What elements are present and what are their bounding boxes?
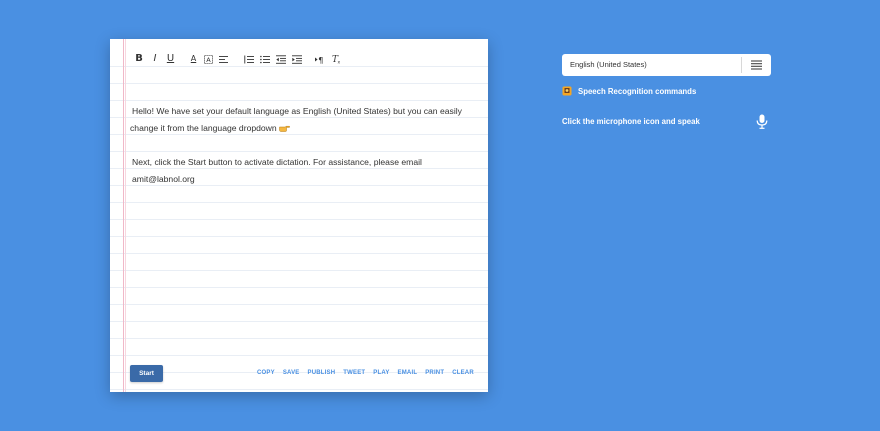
font-color-button[interactable]: A — [189, 53, 198, 65]
commands-emoji-icon — [562, 86, 572, 96]
svg-text:x: x — [338, 61, 341, 64]
paragraph-direction-icon: ¶ — [315, 56, 323, 64]
action-links: COPY SAVE PUBLISH TWEET PLAY EMAIL PRINT… — [257, 370, 482, 376]
publish-link[interactable]: PUBLISH — [308, 370, 336, 376]
microphone-hint: Click the microphone icon and speak — [562, 117, 700, 126]
italic-button[interactable]: I — [151, 53, 159, 65]
margin-line-secondary — [125, 39, 126, 392]
margin-line — [123, 39, 124, 392]
clear-formatting-button[interactable]: Tx — [332, 54, 342, 64]
pointing-hand-icon — [279, 125, 291, 132]
text-direction-button[interactable]: ¶ — [315, 55, 326, 64]
editor-paragraph: Hello! We have set your default language… — [130, 103, 482, 137]
clear-formatting-icon: Tx — [332, 55, 341, 64]
highlight-icon: A — [204, 54, 213, 64]
language-select-divider — [741, 57, 742, 73]
microphone-icon[interactable] — [756, 114, 768, 129]
dictation-editor[interactable]: Hello! We have set your default language… — [130, 103, 482, 188]
svg-text:A: A — [206, 56, 211, 64]
svg-text:¶: ¶ — [318, 56, 323, 64]
numbered-list-icon — [244, 55, 254, 63]
underline-button[interactable]: U — [166, 53, 175, 65]
copy-link[interactable]: COPY — [257, 370, 275, 376]
clear-link[interactable]: CLEAR — [452, 370, 474, 376]
language-select[interactable]: English (United States) — [562, 54, 771, 76]
align-button[interactable] — [219, 55, 229, 64]
speech-commands-label: Speech Recognition commands — [578, 86, 697, 96]
formatting-toolbar: B I U A A ¶ Tx — [134, 52, 342, 66]
editor-paper: B I U A A ¶ Tx Hello! We have set your d… — [110, 39, 488, 392]
save-link[interactable]: SAVE — [283, 370, 300, 376]
indent-icon — [292, 54, 302, 64]
print-link[interactable]: PRINT — [425, 370, 444, 376]
email-link[interactable]: EMAIL — [398, 370, 418, 376]
bold-button[interactable]: B — [134, 53, 144, 65]
outdent-button[interactable] — [276, 54, 286, 64]
start-button[interactable]: Start — [130, 365, 163, 382]
play-link[interactable]: PLAY — [373, 370, 389, 376]
bullet-list-icon — [260, 55, 270, 63]
editor-paragraph-text: Hello! We have set your default language… — [130, 106, 462, 133]
language-select-value: English (United States) — [570, 60, 647, 69]
highlight-color-button[interactable]: A — [204, 54, 213, 64]
speech-commands-link[interactable]: Speech Recognition commands — [562, 86, 696, 96]
indent-button[interactable] — [292, 54, 302, 64]
align-left-icon — [219, 55, 228, 63]
bullet-list-button[interactable] — [260, 55, 270, 64]
numbered-list-button[interactable] — [244, 55, 254, 64]
editor-paragraph: Next, click the Start button to activate… — [132, 157, 422, 184]
hamburger-menu-icon[interactable] — [751, 60, 762, 70]
outdent-icon — [276, 54, 286, 64]
tweet-link[interactable]: TWEET — [343, 370, 365, 376]
